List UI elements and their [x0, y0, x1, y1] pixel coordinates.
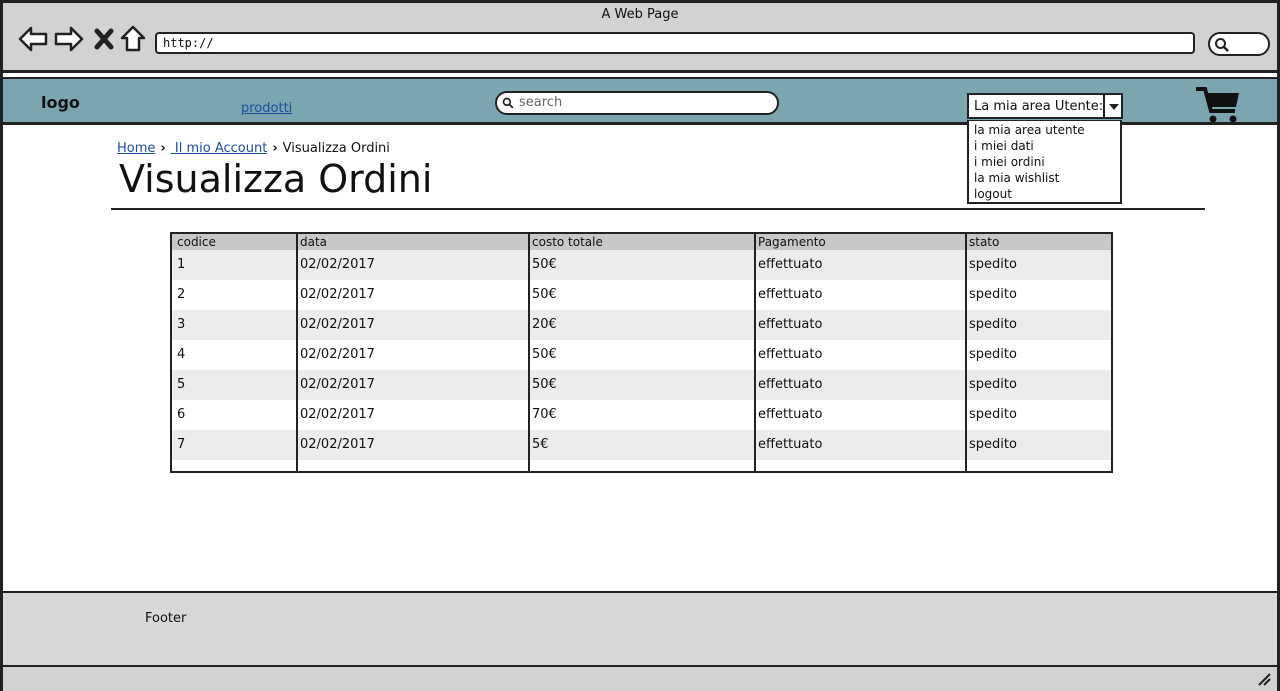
forward-arrow-icon[interactable]: [53, 23, 85, 55]
cell-codice: 1: [177, 257, 186, 272]
column-header-pagamento[interactable]: Pagamento: [758, 235, 826, 249]
search-placeholder: search: [519, 95, 563, 110]
table-row[interactable]: 2 02/02/2017 50€ effettuato spedito: [172, 280, 1111, 310]
chevron-right-icon: ›: [272, 141, 278, 156]
column-header-stato[interactable]: stato: [969, 235, 999, 249]
cell-stato: spedito: [969, 347, 1017, 362]
cell-data: 02/02/2017: [300, 347, 375, 362]
browser-window: A Web Page http:// logo prodotti search …: [0, 0, 1280, 691]
cell-data: 02/02/2017: [300, 257, 375, 272]
cell-data: 02/02/2017: [300, 407, 375, 422]
breadcrumb-current: Visualizza Ordini: [282, 141, 390, 156]
user-area-select[interactable]: La mia area Utente:: [967, 93, 1123, 119]
cell-stato: spedito: [969, 437, 1017, 452]
cell-codice: 5: [177, 377, 186, 392]
cell-costo: 50€: [532, 347, 557, 362]
shopping-cart-icon[interactable]: [1193, 85, 1243, 125]
search-icon: [502, 97, 514, 109]
cell-costo: 50€: [532, 377, 557, 392]
window-title: A Web Page: [601, 7, 679, 22]
cell-costo: 70€: [532, 407, 557, 422]
cell-codice: 3: [177, 317, 186, 332]
cell-costo: 5€: [532, 437, 549, 452]
cell-pagamento: effettuato: [758, 347, 823, 362]
footer-text: Footer: [145, 611, 187, 626]
column-divider: [296, 234, 298, 471]
browser-chrome: A Web Page http://: [3, 3, 1277, 73]
column-header-codice[interactable]: codice: [177, 235, 216, 249]
dropdown-item-miei-ordini[interactable]: i miei ordini: [974, 154, 1115, 170]
cell-pagamento: effettuato: [758, 407, 823, 422]
column-divider: [965, 234, 967, 471]
user-area-dropdown-menu: la mia area utente i miei dati i miei or…: [967, 120, 1122, 204]
cell-pagamento: effettuato: [758, 377, 823, 392]
cell-data: 02/02/2017: [300, 317, 375, 332]
cell-pagamento: effettuato: [758, 287, 823, 302]
cell-costo: 50€: [532, 257, 557, 272]
table-header: codice data costo totale Pagamento stato: [172, 234, 1111, 250]
column-header-data[interactable]: data: [300, 235, 327, 249]
site-logo[interactable]: logo: [41, 93, 80, 112]
cell-pagamento: effettuato: [758, 257, 823, 272]
table-row[interactable]: 6 02/02/2017 70€ effettuato spedito: [172, 400, 1111, 430]
table-row[interactable]: 3 02/02/2017 20€ effettuato spedito: [172, 310, 1111, 340]
page-footer: Footer: [3, 591, 1277, 667]
user-area-select-label: La mia area Utente:: [974, 99, 1104, 114]
title-divider: [111, 208, 1205, 210]
dropdown-item-area-utente[interactable]: la mia area utente: [974, 122, 1115, 138]
column-divider: [528, 234, 530, 471]
cell-stato: spedito: [969, 287, 1017, 302]
dropdown-item-miei-dati[interactable]: i miei dati: [974, 138, 1115, 154]
cell-pagamento: effettuato: [758, 437, 823, 452]
breadcrumb-home[interactable]: Home: [117, 141, 155, 156]
column-header-costo[interactable]: costo totale: [532, 235, 603, 249]
nav-link-prodotti[interactable]: prodotti: [241, 101, 292, 116]
cell-data: 02/02/2017: [300, 437, 375, 452]
orders-table: codice data costo totale Pagamento stato…: [170, 232, 1113, 473]
cell-stato: spedito: [969, 377, 1017, 392]
address-bar[interactable]: http://: [155, 32, 1195, 54]
cell-data: 02/02/2017: [300, 287, 375, 302]
table-row[interactable]: 4 02/02/2017 50€ effettuato spedito: [172, 340, 1111, 370]
breadcrumb-account[interactable]: Il mio Account: [171, 141, 267, 156]
table-row[interactable]: 1 02/02/2017 50€ effettuato spedito: [172, 250, 1111, 280]
cell-codice: 7: [177, 437, 186, 452]
table-row[interactable]: 5 02/02/2017 50€ effettuato spedito: [172, 370, 1111, 400]
dropdown-item-wishlist[interactable]: la mia wishlist: [974, 170, 1115, 186]
dropdown-item-logout[interactable]: logout: [974, 186, 1115, 202]
cell-costo: 20€: [532, 317, 557, 332]
column-divider: [754, 234, 756, 471]
magnifier-icon: [1215, 38, 1229, 52]
cell-stato: spedito: [969, 317, 1017, 332]
site-header: logo prodotti search La mia area Utente:: [3, 77, 1277, 125]
cell-stato: spedito: [969, 257, 1017, 272]
browser-status-bar: [3, 667, 1277, 691]
cell-costo: 50€: [532, 287, 557, 302]
browser-search-field[interactable]: [1208, 32, 1270, 56]
cell-codice: 6: [177, 407, 186, 422]
cell-pagamento: effettuato: [758, 317, 823, 332]
cell-data: 02/02/2017: [300, 377, 375, 392]
chevron-right-icon: ›: [160, 141, 166, 156]
site-search-input[interactable]: search: [495, 91, 779, 115]
table-row[interactable]: 7 02/02/2017 5€ effettuato spedito: [172, 430, 1111, 460]
cell-stato: spedito: [969, 407, 1017, 422]
chevron-down-icon[interactable]: [1103, 95, 1121, 117]
breadcrumb: Home › Il mio Account › Visualizza Ordini: [117, 141, 390, 156]
page-title: Visualizza Ordini: [119, 157, 433, 201]
back-arrow-icon[interactable]: [17, 23, 49, 55]
resize-grip-icon[interactable]: [1257, 672, 1271, 686]
cell-codice: 4: [177, 347, 186, 362]
home-icon[interactable]: [117, 23, 149, 55]
cell-codice: 2: [177, 287, 186, 302]
